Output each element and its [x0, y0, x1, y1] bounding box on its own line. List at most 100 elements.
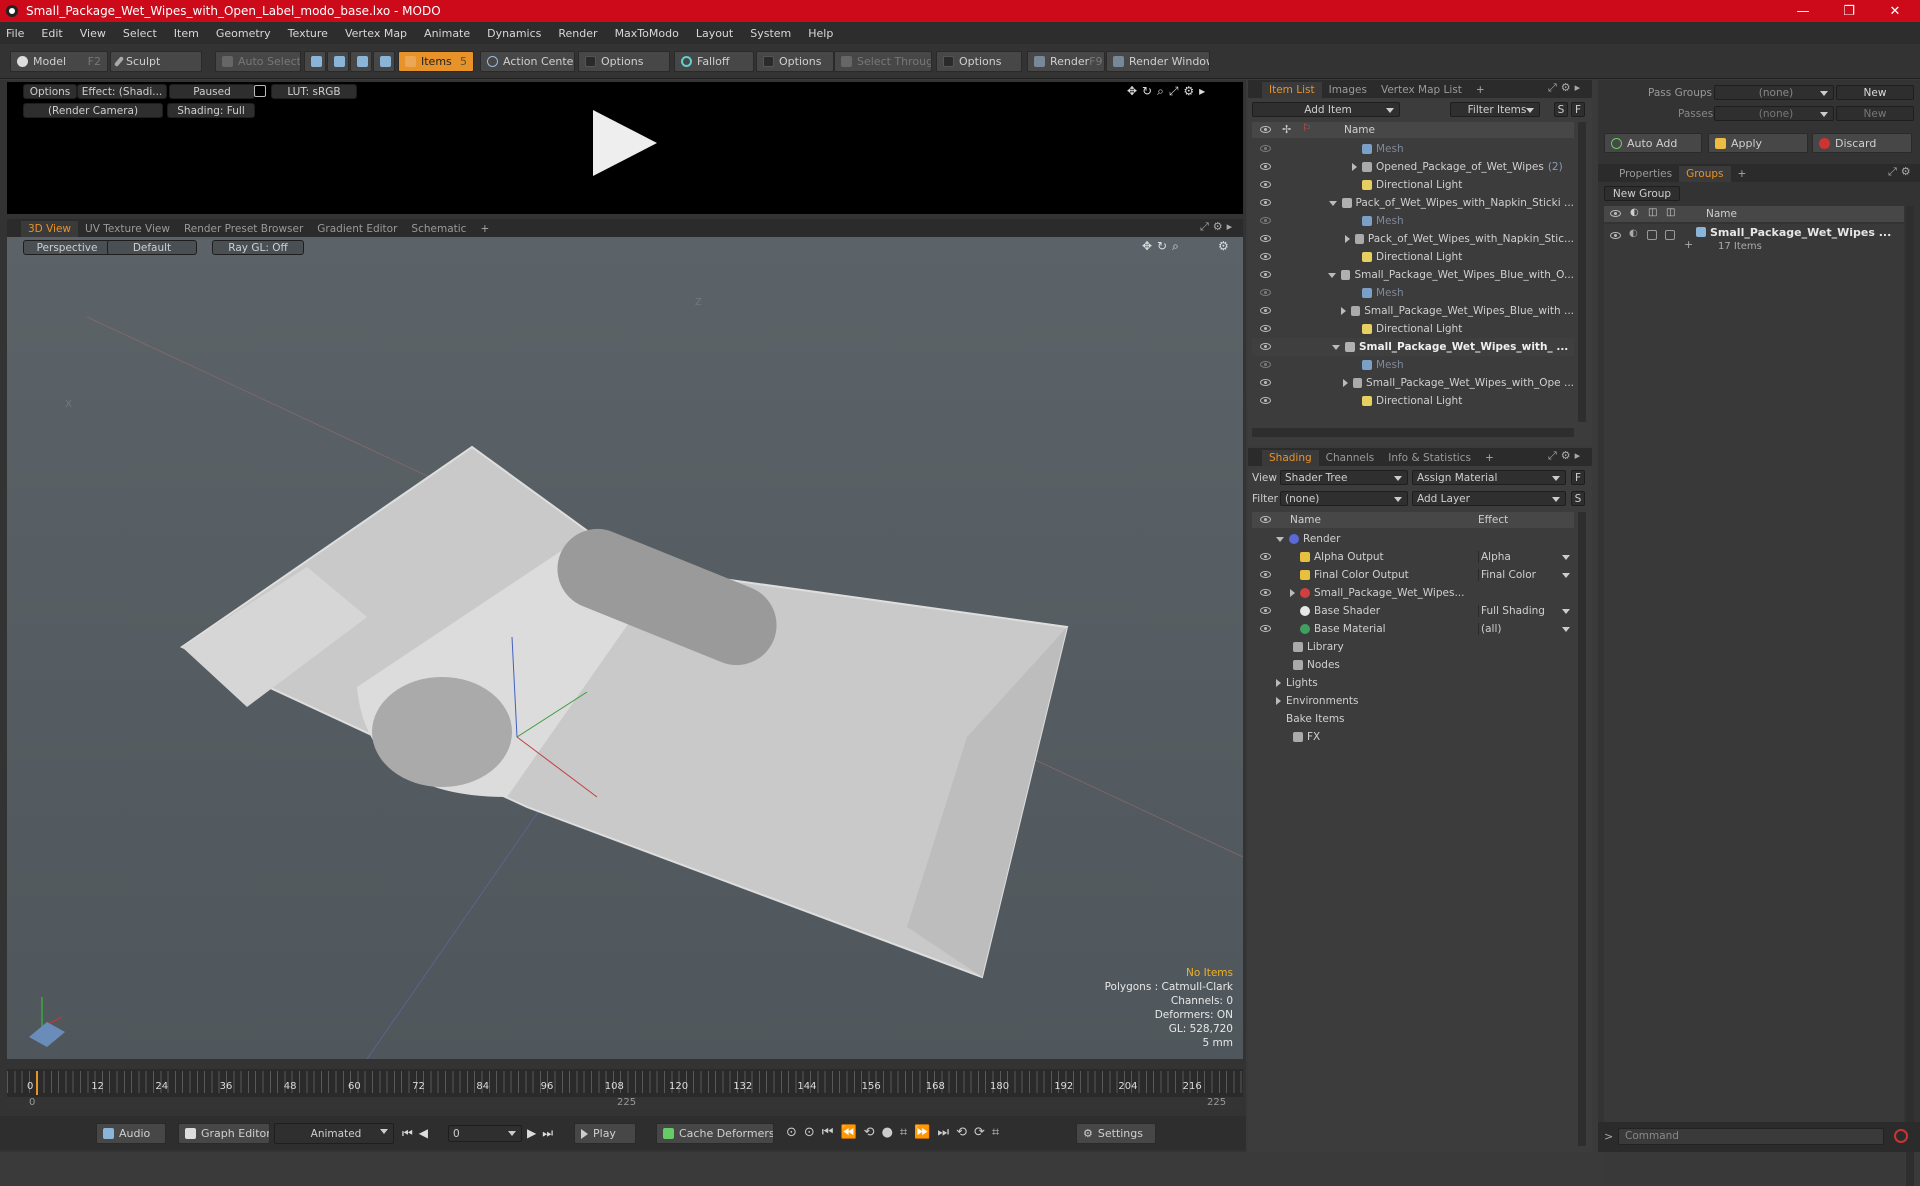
tab-render-preset-browser[interactable]: Render Preset Browser [177, 221, 310, 237]
render-window-button[interactable]: Render Window [1106, 51, 1210, 72]
tab-groups[interactable]: Groups [1679, 166, 1731, 182]
settings-button[interactable]: ⚙ Settings [1076, 1123, 1156, 1144]
shader-visibility-icon[interactable] [1260, 607, 1271, 614]
preview-effect-dropdown[interactable]: Effect: (Shadi... [77, 84, 167, 99]
prev-key-icons[interactable]: ⏮◀ [402, 1126, 434, 1141]
action-center-options-button[interactable]: Options [578, 51, 670, 72]
apply-button[interactable]: Apply [1708, 133, 1808, 153]
item-list-row[interactable]: Mesh [1252, 212, 1574, 230]
shader-tree-row[interactable]: Environments [1252, 692, 1574, 710]
item-visibility-icon[interactable] [1260, 343, 1271, 350]
tab-uv-texture-view[interactable]: UV Texture View [78, 221, 177, 237]
pass-groups-dropdown[interactable]: (none) [1714, 85, 1834, 100]
shader-tree-row[interactable]: Nodes [1252, 656, 1574, 674]
item-visibility-icon[interactable] [1260, 163, 1271, 170]
item-list-row[interactable]: Small_Package_Wet_Wipes_with_ ... [1252, 338, 1574, 356]
item-list-row[interactable]: Mesh [1252, 284, 1574, 302]
sculpt-mode-button[interactable]: Sculpt [110, 51, 202, 72]
lut-dropdown[interactable]: LUT: sRGB [271, 84, 357, 99]
frame-input[interactable]: 0 [448, 1125, 522, 1142]
collapse-arrow-icon[interactable] [1327, 272, 1336, 278]
item-visibility-icon[interactable] [1260, 379, 1271, 386]
group-render-icon[interactable]: ◐ [1629, 228, 1638, 239]
new-pass-button[interactable]: New [1836, 106, 1914, 121]
item-list-row[interactable]: Directional Light [1252, 248, 1574, 266]
expand-arrow-icon[interactable] [1276, 697, 1281, 705]
menu-select[interactable]: Select [123, 27, 157, 40]
item-list-row[interactable]: Directional Light [1252, 392, 1574, 410]
item-visibility-icon[interactable] [1260, 217, 1271, 224]
shader-tree-row[interactable]: FX [1252, 728, 1574, 746]
items-mode-button[interactable]: Items 5 [398, 51, 474, 72]
shading-dropdown[interactable]: Shading: Full [167, 103, 255, 118]
item-visibility-icon[interactable] [1260, 235, 1271, 242]
shader-visibility-icon[interactable] [1260, 553, 1271, 560]
timeline-playhead[interactable] [36, 1071, 38, 1095]
item-visibility-icon[interactable] [1260, 253, 1271, 260]
shader-tree-row[interactable]: Alpha Output Alpha [1252, 548, 1574, 566]
item-list-row[interactable]: Small_Package_Wet_Wipes_with_Ope ... [1252, 374, 1574, 392]
shader-tree-row[interactable]: Library [1252, 638, 1574, 656]
effect-dropdown-arrow-icon[interactable] [1562, 573, 1570, 578]
menu-maxtomodo[interactable]: MaxToModo [615, 27, 679, 40]
expand-arrow-icon[interactable] [1344, 235, 1350, 243]
next-key-icons[interactable]: ▶⏭ [527, 1126, 559, 1141]
menu-vertex-map[interactable]: Vertex Map [345, 27, 407, 40]
shader-visibility-icon[interactable] [1260, 589, 1271, 596]
preview-options-button[interactable]: Options [23, 84, 77, 99]
close-button[interactable]: ✕ [1872, 0, 1918, 22]
add-layer-dropdown[interactable]: Add Layer [1412, 491, 1566, 506]
shading-filter-dropdown[interactable]: (none) [1280, 491, 1408, 506]
menu-render[interactable]: Render [558, 27, 597, 40]
item-list-row[interactable]: Directional Light [1252, 320, 1574, 338]
timeline[interactable]: 0 12 24 36 48 60 72 84 96 108 120 132 144 156 168 180 19… [7, 1069, 1243, 1109]
edges-mode-button[interactable] [327, 51, 349, 72]
lock-icon[interactable] [254, 85, 266, 97]
command-stop-icon[interactable] [1894, 1129, 1908, 1143]
select-through-button[interactable]: Select Through [834, 51, 932, 72]
item-list-row[interactable]: Pack_of_Wet_Wipes_with_Napkin_Stic... [1252, 230, 1574, 248]
auto-add-button[interactable]: Auto Add [1604, 133, 1702, 153]
timeline-range-bar[interactable]: 0 225 225 [7, 1097, 1243, 1109]
shader-tree-row[interactable]: Final Color Output Final Color [1252, 566, 1574, 584]
menu-animate[interactable]: Animate [424, 27, 470, 40]
group-expand-icon[interactable]: + [1684, 238, 1693, 251]
item-list-row[interactable]: Mesh [1252, 140, 1574, 158]
tab-3d-view[interactable]: 3D View [21, 221, 79, 237]
shader-visibility-icon[interactable] [1260, 625, 1271, 632]
expand-arrow-icon[interactable] [1276, 679, 1281, 687]
item-visibility-icon[interactable] [1260, 199, 1271, 206]
materials-mode-button[interactable] [373, 51, 395, 72]
falloff-options-button[interactable]: Options [756, 51, 834, 72]
command-input[interactable]: Command [1618, 1128, 1884, 1145]
menu-item[interactable]: Item [174, 27, 199, 40]
menu-edit[interactable]: Edit [41, 27, 62, 40]
group-visibility-icon[interactable] [1610, 232, 1621, 239]
item-list-row[interactable]: Pack_of_Wet_Wipes_with_Napkin_Sticki ... [1252, 194, 1574, 212]
shader-tree-row[interactable]: Base Material (all) [1252, 620, 1574, 638]
shading-panel-icons[interactable]: ⤢⚙▸ [1548, 449, 1584, 463]
menu-dynamics[interactable]: Dynamics [487, 27, 541, 40]
action-center-button[interactable]: Action Center [480, 51, 575, 72]
item-list-panel-icons[interactable]: ⤢⚙▸ [1548, 81, 1584, 95]
3d-viewport[interactable]: Perspective Default Ray GL: Off ✥↻⌕ ⚙ Z … [7, 237, 1243, 1059]
menu-system[interactable]: System [750, 27, 791, 40]
shader-tree-row[interactable]: Render [1252, 530, 1574, 548]
item-list-row[interactable]: Directional Light [1252, 176, 1574, 194]
shading-f-button[interactable]: F [1571, 470, 1585, 485]
model-mode-button[interactable]: Model F2 [10, 51, 108, 72]
select-through-options-button[interactable]: Options [936, 51, 1022, 72]
item-visibility-icon[interactable] [1260, 397, 1271, 404]
shader-tree-row[interactable]: Base Shader Full Shading [1252, 602, 1574, 620]
falloff-button[interactable]: Falloff [674, 51, 754, 72]
shader-tree-row[interactable]: Small_Package_Wet_Wipes... [1252, 584, 1574, 602]
item-list-hscrollbar[interactable] [1252, 428, 1574, 437]
expand-arrow-icon[interactable] [1341, 307, 1347, 315]
filter-s-button[interactable]: S [1554, 102, 1568, 117]
collapse-arrow-icon[interactable] [1328, 200, 1337, 206]
shading-scrollbar[interactable] [1578, 512, 1586, 1146]
tab-shading[interactable]: Shading [1262, 450, 1319, 466]
tab-properties[interactable]: Properties [1612, 166, 1679, 182]
minimize-button[interactable]: — [1780, 0, 1826, 22]
graph-editor-button[interactable]: Graph Editor [178, 1123, 270, 1144]
